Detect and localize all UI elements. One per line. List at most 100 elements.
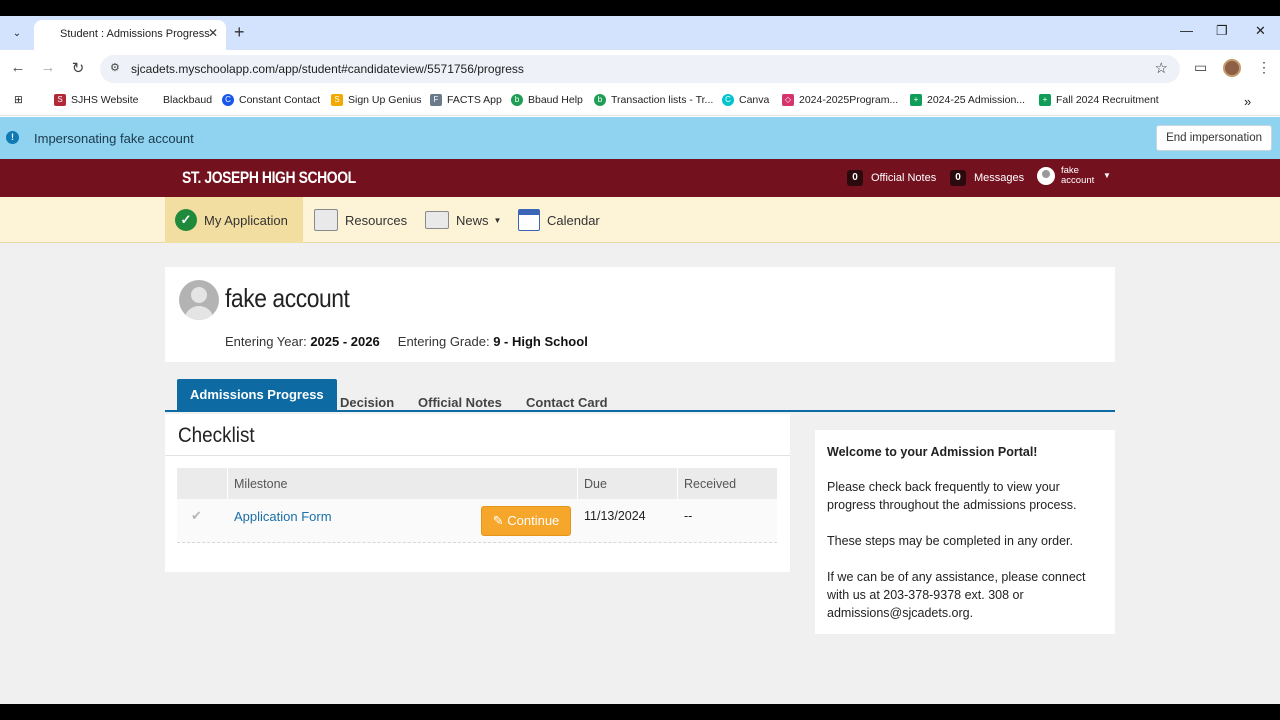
bookmark-label: Constant Contact bbox=[239, 94, 321, 106]
bookmark-item[interactable]: C Canva bbox=[722, 94, 769, 106]
new-tab-icon[interactable]: + bbox=[234, 22, 245, 42]
divider bbox=[165, 455, 790, 456]
messages-count-badge: 0 bbox=[950, 170, 966, 186]
browser-tab[interactable]: Student : Admissions Progress ✕ bbox=[34, 20, 226, 50]
bookmark-item[interactable]: b Bbaud Help bbox=[511, 94, 583, 106]
bookmark-item[interactable]: S SJHS Website bbox=[54, 94, 139, 106]
user-menu[interactable]: fake account bbox=[1061, 166, 1094, 186]
end-impersonation-button[interactable]: End impersonation bbox=[1156, 125, 1272, 151]
nav-my-application[interactable]: ✓ My Application bbox=[165, 197, 303, 243]
tab-search-icon[interactable]: ⌄ bbox=[6, 22, 28, 44]
column-divider bbox=[227, 468, 228, 499]
url-text[interactable]: sjcadets.myschoolapp.com/app/student#can… bbox=[131, 62, 524, 76]
bookmark-favicon: + bbox=[910, 94, 922, 106]
main-content: fake account Entering Year: 2025 - 2026 … bbox=[0, 243, 1280, 704]
bookmark-label: Blackbaud bbox=[163, 94, 213, 106]
bookmark-label: 2024-2025Program... bbox=[799, 94, 899, 106]
school-logo[interactable]: ST. JOSEPH HIGH SCHOOL bbox=[182, 168, 356, 188]
bookmark-item[interactable]: S Sign Up Genius bbox=[331, 94, 422, 106]
continue-button[interactable]: ✎ Continue bbox=[481, 506, 571, 536]
page-title: fake account bbox=[225, 283, 350, 313]
resources-icon bbox=[314, 209, 338, 231]
official-notes-link[interactable]: 0 Official Notes bbox=[847, 170, 936, 186]
checklist-title: Checklist bbox=[178, 424, 255, 447]
welcome-title: Welcome to your Admission Portal! bbox=[827, 445, 1038, 459]
tab-close-icon[interactable]: ✕ bbox=[208, 26, 218, 40]
bookmark-favicon: F bbox=[430, 94, 442, 106]
bookmark-favicon: C bbox=[222, 94, 234, 106]
profile-avatar[interactable] bbox=[1223, 59, 1241, 77]
notes-label: Official Notes bbox=[871, 172, 937, 184]
minimize-icon[interactable]: — bbox=[1180, 23, 1193, 38]
nav-label: News bbox=[456, 212, 489, 228]
restore-icon[interactable]: ❐ bbox=[1216, 23, 1228, 39]
col-due: Due bbox=[584, 477, 607, 491]
impersonation-text: Impersonating fake account bbox=[34, 131, 194, 146]
bookmark-label: Fall 2024 Recruitment bbox=[1056, 94, 1159, 106]
entering-grade-label: Entering Grade: bbox=[397, 334, 490, 349]
bookmark-item[interactable]: +2024-25 Admission... bbox=[910, 94, 1025, 106]
bookmark-label: Transaction lists - Tr... bbox=[611, 94, 714, 106]
address-toolbar: ← → ↻ ⚙ sjcadets.myschoolapp.com/app/stu… bbox=[0, 50, 1280, 88]
bookmark-item[interactable]: F FACTS App bbox=[430, 94, 502, 106]
tab-decision[interactable]: Decision bbox=[340, 395, 394, 410]
due-date: 11/13/2024 bbox=[584, 509, 646, 523]
edit-icon: ✎ bbox=[492, 513, 504, 528]
main-nav: ✓ My Application Resources News ▼ Calend… bbox=[0, 197, 1280, 243]
checklist-panel: Checklist Milestone Due Received ✔ Appli… bbox=[165, 414, 790, 572]
site-info-icon[interactable]: ⚙ bbox=[110, 61, 120, 74]
bookmark-star-icon[interactable]: ☆ bbox=[1155, 59, 1168, 77]
nav-label: My Application bbox=[204, 212, 288, 228]
info-icon: ! bbox=[6, 131, 19, 144]
column-divider bbox=[577, 468, 578, 499]
received-value: -- bbox=[684, 509, 693, 523]
bookmark-favicon: + bbox=[1039, 94, 1051, 106]
chevron-down-icon[interactable]: ▼ bbox=[1103, 171, 1111, 180]
table-row: ✔ Application Form ✎ Continue 11/13/2024… bbox=[177, 499, 777, 543]
bookmark-favicon: b bbox=[594, 94, 606, 106]
bookmarks-bar: ⊞ S SJHS Website Blackbaud C Constant Cont… bbox=[0, 88, 1280, 116]
nav-news[interactable]: News ▼ bbox=[415, 197, 511, 243]
messages-link[interactable]: 0 Messages bbox=[950, 170, 1024, 186]
more-bookmarks-icon[interactable]: » bbox=[1244, 94, 1251, 109]
chevron-down-icon: ▼ bbox=[493, 215, 502, 225]
welcome-text: These steps may be completed in any orde… bbox=[827, 534, 1073, 548]
bookmark-item[interactable]: b Transaction lists - Tr... bbox=[594, 94, 713, 106]
entering-grade-value: 9 - High School bbox=[493, 334, 588, 349]
bookmark-favicon: C bbox=[722, 94, 734, 106]
tab-official-notes[interactable]: Official Notes bbox=[418, 395, 502, 410]
tab-contact-card[interactable]: Contact Card bbox=[526, 395, 608, 410]
profile-tabs: Admissions Progress Decision Official No… bbox=[165, 379, 1115, 412]
nav-label: Calendar bbox=[547, 212, 600, 228]
bookmark-item[interactable]: C Constant Contact bbox=[222, 94, 320, 106]
nav-label: Resources bbox=[345, 212, 408, 228]
profile-meta: Entering Year: 2025 - 2026 Entering Grad… bbox=[225, 334, 588, 349]
tab-title: Student : Admissions Progress bbox=[60, 28, 210, 40]
user-icon[interactable] bbox=[1037, 167, 1055, 185]
cast-icon[interactable]: ▭ bbox=[1194, 59, 1207, 76]
application-form-link[interactable]: Application Form bbox=[234, 509, 332, 524]
calendar-icon bbox=[518, 209, 540, 231]
apps-grid-icon[interactable]: ⊞ bbox=[14, 94, 23, 106]
bookmark-label: SJHS Website bbox=[71, 94, 139, 106]
close-window-icon[interactable]: ✕ bbox=[1255, 23, 1266, 39]
back-icon[interactable]: ← bbox=[8, 59, 28, 76]
bookmark-label: Bbaud Help bbox=[528, 94, 583, 106]
check-icon: ✔ bbox=[191, 508, 202, 523]
entering-year-value: 2025 - 2026 bbox=[310, 334, 380, 349]
browser-window: ⌄ Student : Admissions Progress ✕ + — ❐ … bbox=[0, 16, 1280, 704]
nav-resources[interactable]: Resources bbox=[304, 197, 417, 243]
reload-icon[interactable]: ↻ bbox=[68, 59, 88, 77]
menu-icon[interactable]: ⋮ bbox=[1257, 59, 1271, 76]
bookmark-item[interactable]: + Fall 2024 Recruitment bbox=[1039, 94, 1159, 106]
nav-calendar[interactable]: Calendar bbox=[508, 197, 610, 243]
col-received: Received bbox=[684, 477, 737, 491]
welcome-panel: Welcome to your Admission Portal! Please… bbox=[815, 430, 1115, 634]
tab-admissions-progress[interactable]: Admissions Progress bbox=[177, 379, 337, 410]
bookmark-favicon: b bbox=[511, 94, 523, 106]
address-bar[interactable]: ⚙ sjcadets.myschoolapp.com/app/student#c… bbox=[100, 55, 1180, 83]
bookmark-item[interactable]: ◇ 2024-2025Program... bbox=[782, 94, 898, 106]
column-divider bbox=[677, 468, 678, 499]
bookmark-item[interactable]: Blackbaud bbox=[146, 94, 212, 106]
forward-icon[interactable]: → bbox=[38, 59, 58, 76]
